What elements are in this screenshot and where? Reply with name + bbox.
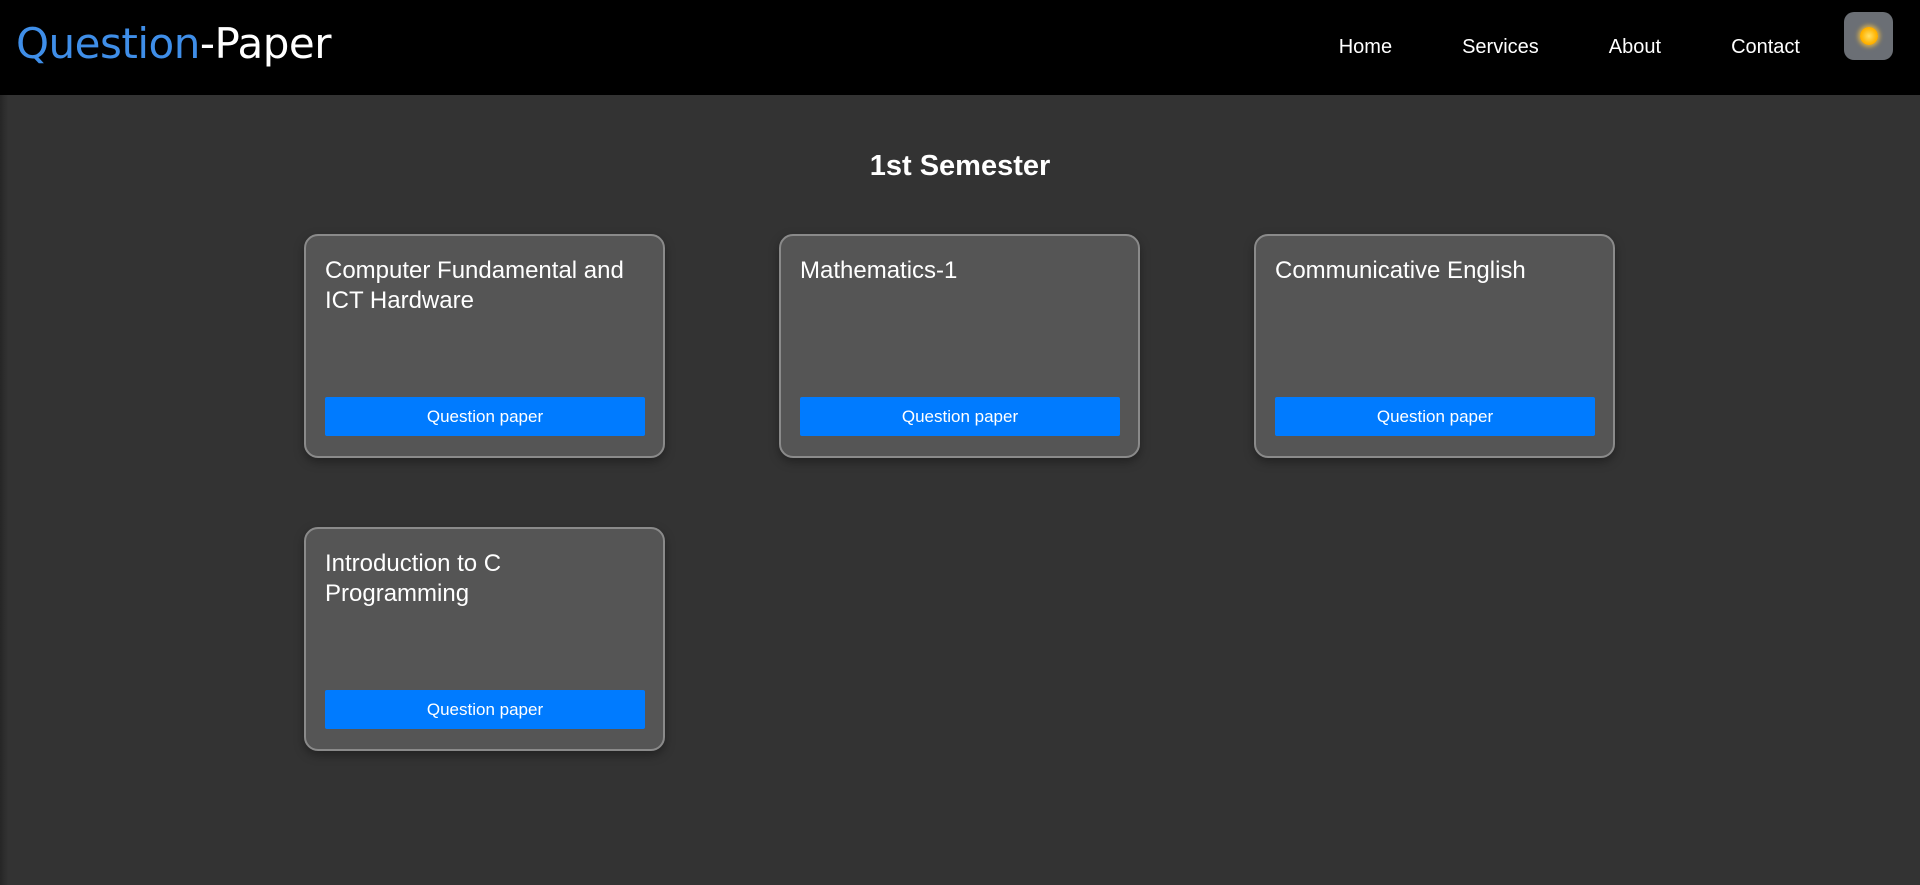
- subject-title: Communicative English: [1275, 257, 1526, 284]
- question-paper-button[interactable]: Question paper: [325, 397, 645, 436]
- subject-card: Communicative English Question paper: [1254, 234, 1615, 458]
- nav-about-link[interactable]: About: [1609, 36, 1661, 59]
- nav-links: Home Services About Contact: [1339, 0, 1800, 95]
- logo-question-text: Question: [16, 19, 200, 68]
- subject-title: Computer Fundamental and ICT Hardware: [325, 257, 624, 314]
- sun-icon: [1859, 27, 1878, 45]
- subject-card: Computer Fundamental and ICT Hardware Qu…: [304, 234, 665, 458]
- semester-title: 1st Semester: [869, 150, 1051, 182]
- site-logo[interactable]: Question-Paper: [16, 14, 331, 74]
- left-edge-shadow: [0, 95, 8, 885]
- question-paper-button[interactable]: Question paper: [325, 690, 645, 729]
- logo-paper-text: -Paper: [199, 19, 332, 68]
- nav-services-link[interactable]: Services: [1462, 36, 1539, 59]
- subject-card: Mathematics-1 Question paper: [779, 234, 1140, 458]
- theme-toggle-button[interactable]: [1844, 12, 1893, 60]
- navbar: Question-Paper Home Services About Conta…: [0, 0, 1920, 95]
- nav-contact-link[interactable]: Contact: [1731, 36, 1800, 59]
- subject-title: Mathematics-1: [800, 257, 958, 284]
- subject-title: Introduction to C Programming: [325, 550, 502, 607]
- subject-card: Introduction to C Programming Question p…: [304, 527, 665, 751]
- question-paper-button[interactable]: Question paper: [800, 397, 1120, 436]
- nav-home-link[interactable]: Home: [1339, 36, 1392, 59]
- question-paper-button[interactable]: Question paper: [1275, 397, 1595, 436]
